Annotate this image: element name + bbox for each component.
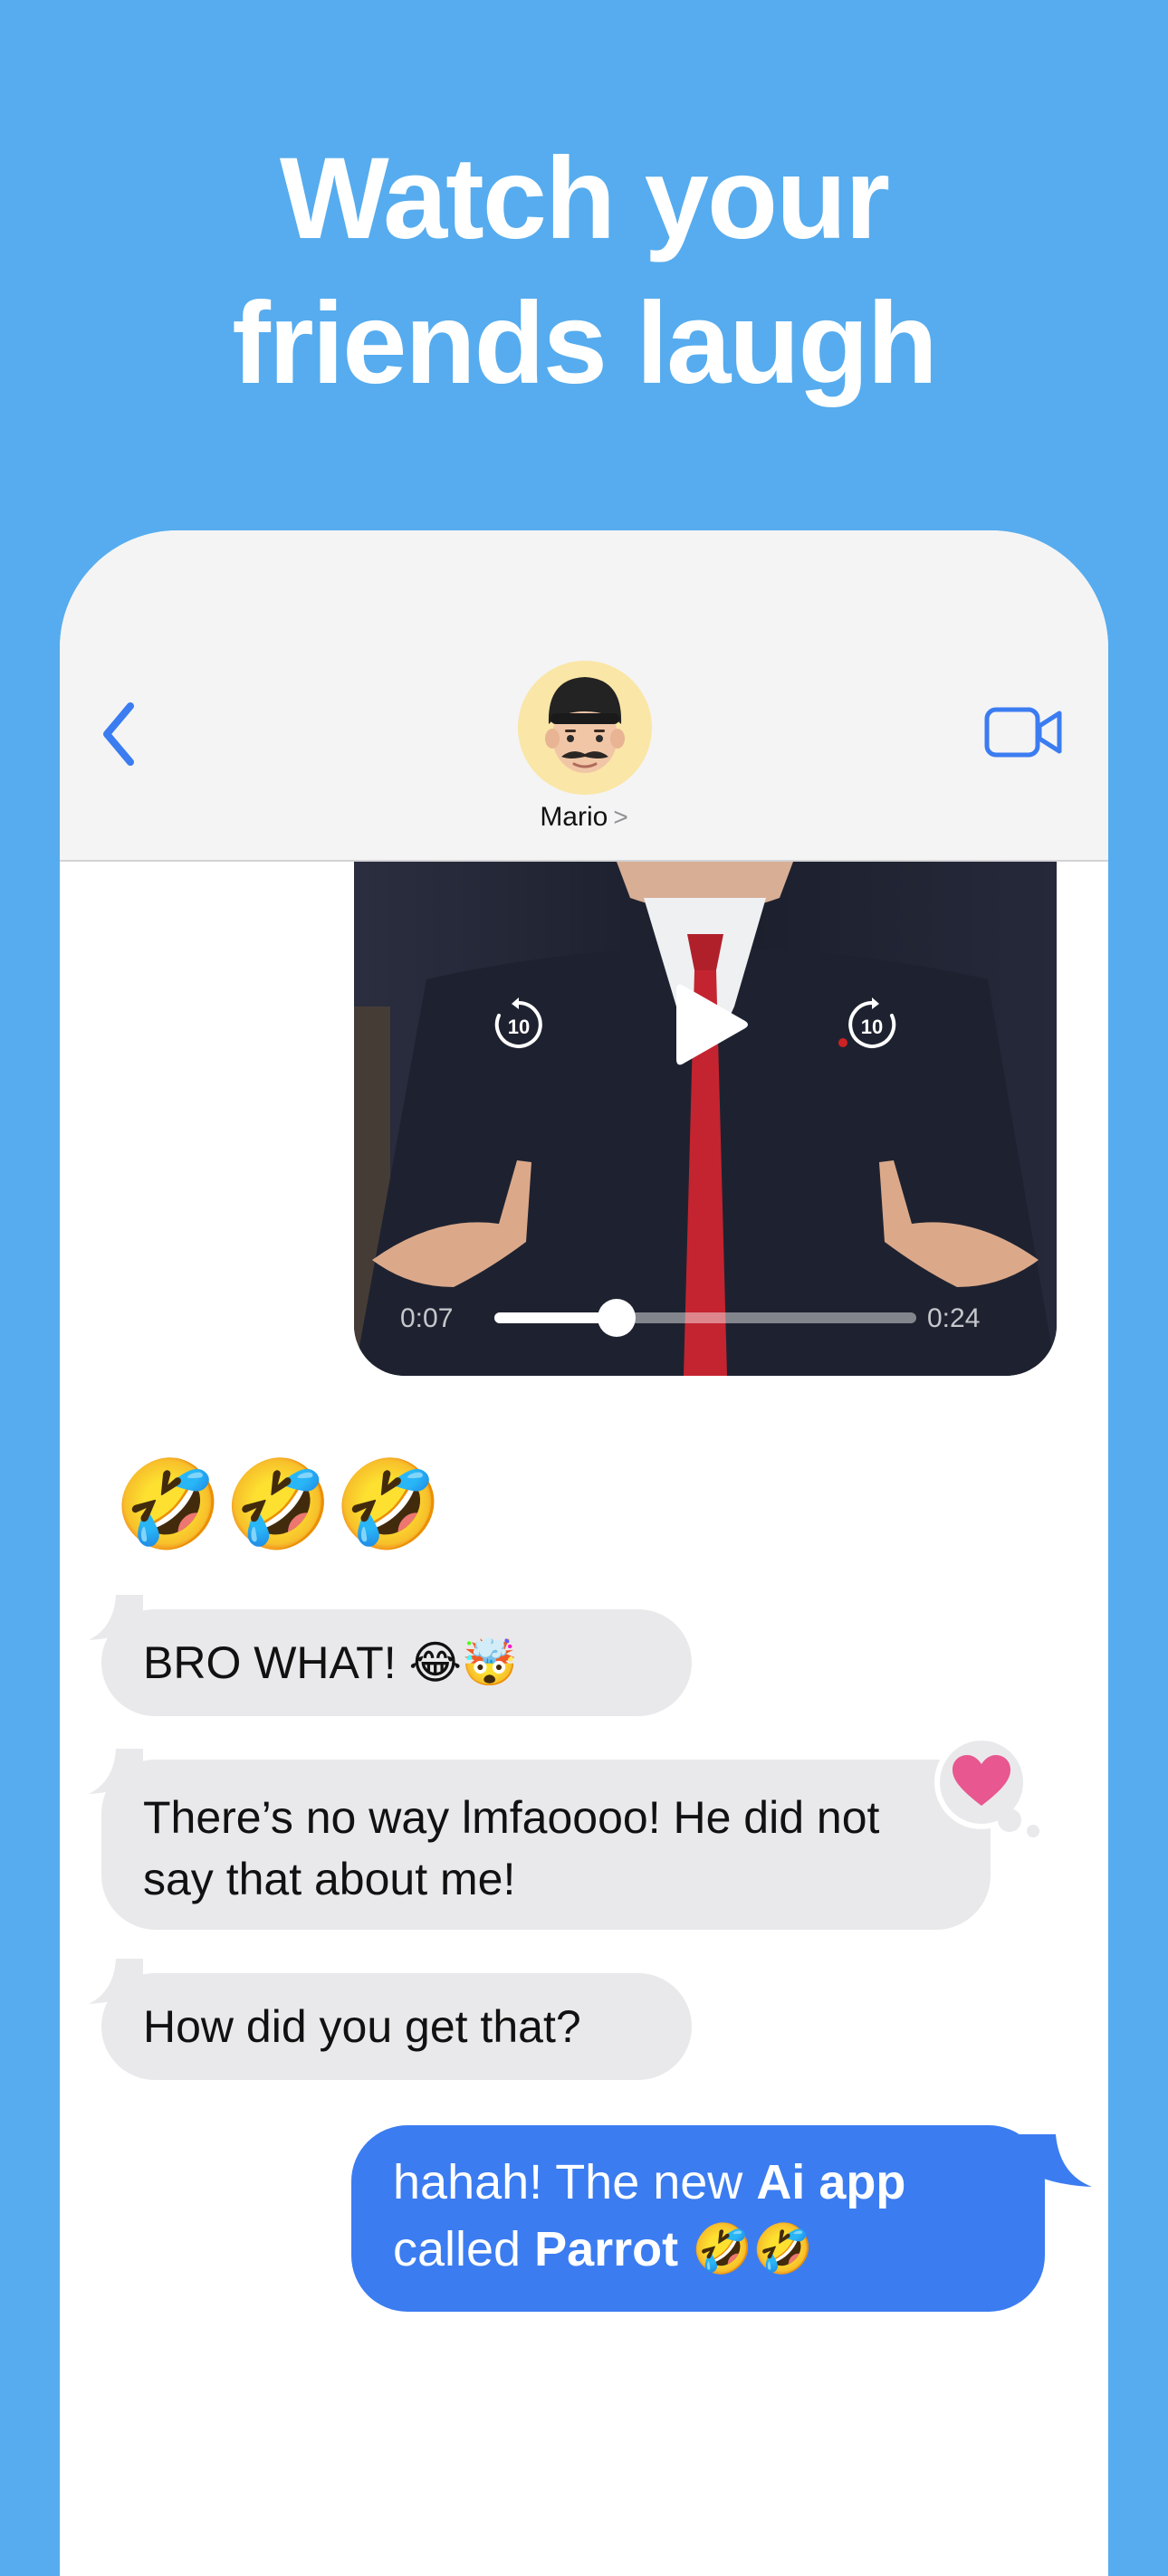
message-text: hahah! The new (393, 2155, 757, 2209)
play-icon (676, 984, 748, 1065)
back-button[interactable] (92, 693, 143, 775)
chevron-right-icon: > (613, 803, 628, 831)
video-call-button[interactable] (983, 701, 1065, 764)
contact-name-button[interactable]: Mario > (60, 802, 1108, 833)
skip-back-button[interactable]: 10 (492, 997, 546, 1052)
chevron-left-icon (103, 702, 134, 766)
video-current-time: 0:07 (400, 1303, 454, 1333)
skip-forward-button[interactable]: 10 (845, 997, 899, 1052)
skip-back-label: 10 (508, 1016, 530, 1038)
video-message[interactable]: 10 10 (354, 862, 1057, 1376)
memoji-avatar-icon (518, 661, 652, 795)
incoming-message[interactable]: There’s no way lmfaoooo! He did not say … (101, 1760, 991, 1930)
avatar[interactable] (518, 661, 652, 795)
reaction-dot (1027, 1825, 1039, 1837)
message-text: BRO WHAT! 😂🤯 (143, 1637, 519, 1688)
skip-back-10-icon: 10 (494, 997, 542, 1048)
message-text: 🤣🤣 (678, 2222, 814, 2276)
video-camera-icon (984, 707, 1062, 758)
message-text: There’s no way lmfaoooo! He did not say … (143, 1792, 880, 1904)
play-button[interactable] (671, 979, 752, 1070)
emoji-message: 🤣🤣🤣 (114, 1456, 445, 1553)
message-bold-text: Parrot (534, 2222, 679, 2276)
outgoing-message[interactable]: hahah! The new Ai app called Parrot 🤣🤣 (351, 2125, 1045, 2312)
video-total-time: 0:24 (927, 1303, 981, 1333)
phone-frame: Mario > 10 10 0:07 0:24 🤣🤣🤣 BRO WHAT! 😂🤯… (60, 530, 1108, 2576)
skip-forward-10-icon: 10 (848, 997, 896, 1048)
headline-line-1: Watch your (279, 134, 890, 263)
headline-line-2: friends laugh (232, 279, 938, 408)
message-text: How did you get that? (143, 2001, 581, 2052)
video-scrubber-knob[interactable] (598, 1299, 637, 1337)
skip-forward-label: 10 (861, 1016, 883, 1038)
message-bold-text: Ai app (756, 2155, 906, 2209)
message-text: called (393, 2222, 535, 2276)
incoming-message[interactable]: How did you get that? (101, 1973, 692, 2080)
video-scrubber[interactable] (494, 1299, 916, 1337)
reaction-dot (998, 1808, 1021, 1832)
chat-header: Mario > (60, 530, 1108, 862)
incoming-message[interactable]: BRO WHAT! 😂🤯 (101, 1609, 692, 1716)
contact-name: Mario (540, 802, 608, 832)
headline: Watch your friends laugh (0, 127, 1168, 416)
video-thumbnail (354, 862, 1057, 1376)
